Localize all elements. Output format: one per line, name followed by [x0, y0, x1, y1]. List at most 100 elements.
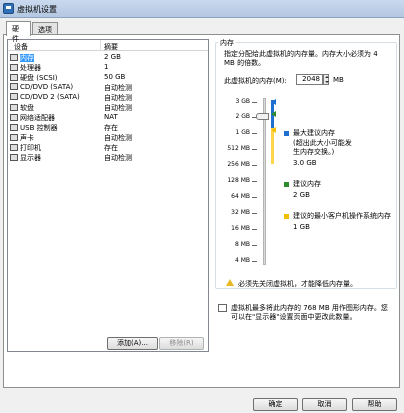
device-name: 内存 — [20, 54, 34, 62]
scale-label: 16 MB — [231, 225, 250, 232]
device-row-cd-dvd[interactable]: CD/DVD (SATA) 自动检测 — [8, 83, 208, 93]
window-title: 虚拟机设置 — [17, 5, 57, 14]
device-summary: 1 — [104, 63, 109, 71]
device-summary: 自动检测 — [104, 104, 132, 112]
device-row-usb-controller[interactable]: USB 控制器 存在 — [8, 123, 208, 133]
device-row-processor[interactable]: 处理器 1 — [8, 63, 208, 73]
minimum-recommended-title: 建议的最小客户机操作系统内存 — [293, 212, 391, 220]
device-name: 软盘 — [20, 104, 34, 112]
summary-column-header[interactable]: 摘要 — [104, 42, 118, 52]
scale-label: 4 MB — [234, 257, 250, 264]
device-summary: 自动检测 — [104, 94, 132, 102]
ok-button[interactable]: 确定 — [253, 398, 298, 411]
usb-controller-icon — [10, 124, 18, 131]
scale-label: 64 MB — [231, 193, 250, 200]
device-name: 打印机 — [20, 144, 41, 152]
device-list[interactable]: 设备 摘要 内存 2 GB 处理器 1 硬盘 (SCSI) 50 GB CD/D… — [7, 39, 209, 352]
device-row-memory[interactable]: 内存 2 GB — [8, 53, 208, 63]
scale-tick — [252, 181, 257, 182]
memory-spinner[interactable] — [323, 74, 329, 85]
device-summary: NAT — [104, 113, 118, 121]
scale-tick — [252, 149, 257, 150]
graphics-memory-info: 虚拟机最多将此内存的 768 MB 用作图形内存。您可以在"显示器"设置页面中更… — [231, 304, 388, 321]
scale-tick — [252, 165, 257, 166]
device-name: CD/DVD (SATA) — [20, 83, 74, 91]
minimum-recommended-marker — [271, 127, 276, 133]
memory-field-label: 此虚拟机的内存(M): — [224, 77, 287, 85]
device-row-floppy[interactable]: 软盘 自动检测 — [8, 103, 208, 113]
memory-description: 指定分配给此虚拟机的内存量。内存大小必须为 4 MB 的倍数。 — [224, 50, 378, 67]
device-name: 显示器 — [20, 154, 41, 162]
scale-label: 8 MB — [234, 241, 250, 248]
device-name: 声卡 — [20, 134, 34, 142]
floppy-icon — [10, 104, 18, 111]
device-row-sound-card[interactable]: 声卡 自动检测 — [8, 133, 208, 143]
scale-tick — [252, 213, 257, 214]
tab-hardware[interactable]: 硬件 — [6, 21, 31, 43]
scale-tick — [252, 229, 257, 230]
device-name: 网络适配器 — [20, 114, 55, 122]
hard-disk-icon — [10, 74, 18, 81]
scale-tick — [252, 245, 257, 246]
device-name: CD/DVD 2 (SATA) — [20, 93, 80, 101]
memory-input[interactable]: 2048 — [296, 74, 323, 85]
device-list-header: 设备 摘要 — [8, 40, 208, 51]
max-recommended-note: (超出此大小可能发生内存交换。) — [293, 139, 352, 156]
add-device-button[interactable]: 添加(A)... — [107, 337, 158, 350]
max-recommended-swatch — [284, 131, 289, 136]
cd-dvd-icon — [10, 93, 18, 100]
monitor-icon — [10, 154, 18, 161]
recommended-swatch — [284, 182, 289, 187]
max-recommended-title: 最大建议内存 — [293, 129, 335, 137]
device-name: 硬盘 (SCSI) — [20, 74, 58, 82]
device-row-monitor[interactable]: 显示器 自动检测 — [8, 153, 208, 163]
max-recommended-value: 3.0 GB — [293, 159, 317, 167]
device-row-network-adapter[interactable]: 网络适配器 NAT — [8, 113, 208, 123]
device-row-hard-disk[interactable]: 硬盘 (SCSI) 50 GB — [8, 73, 208, 83]
scale-label: 128 MB — [227, 177, 250, 184]
cd-dvd-icon — [10, 83, 18, 90]
remove-device-button[interactable]: 移除(R) — [159, 337, 204, 350]
warning-icon — [226, 279, 234, 286]
device-summary: 自动检测 — [104, 84, 132, 92]
scale-tick — [252, 261, 257, 262]
column-separator[interactable] — [100, 40, 101, 51]
memory-warning: 必须先关闭虚拟机，才能降低内存量。 — [238, 280, 357, 288]
vm-settings-icon — [3, 3, 14, 14]
processor-icon — [10, 64, 18, 71]
memory-slider-track[interactable] — [263, 98, 266, 265]
memory-slider-thumb[interactable] — [256, 113, 269, 120]
scale-label: 32 MB — [231, 209, 250, 216]
title-bar: 虚拟机设置 — [0, 0, 404, 18]
sound-card-icon — [10, 134, 18, 141]
scale-label: 1 GB — [235, 129, 251, 136]
recommended-marker — [271, 111, 276, 117]
minimum-recommended-swatch — [284, 214, 289, 219]
network-adapter-icon — [10, 114, 18, 121]
device-summary: 50 GB — [104, 73, 126, 81]
help-button[interactable]: 帮助 — [352, 398, 397, 411]
recommended-value: 2 GB — [293, 191, 310, 199]
device-summary: 2 GB — [104, 53, 121, 61]
scale-label: 2 GB — [235, 113, 251, 120]
scale-tick — [252, 102, 257, 103]
info-icon — [218, 304, 227, 312]
device-name: USB 控制器 — [20, 124, 58, 132]
device-summary: 自动检测 — [104, 134, 132, 142]
scale-label: 3 GB — [235, 98, 251, 105]
scale-label: 256 MB — [227, 161, 250, 168]
device-name: 处理器 — [20, 64, 41, 72]
device-row-cd-dvd-2[interactable]: CD/DVD 2 (SATA) 自动检测 — [8, 93, 208, 103]
max-recommended-marker — [271, 99, 276, 105]
scale-tick — [252, 133, 257, 134]
cancel-button[interactable]: 取消 — [302, 398, 347, 411]
device-summary: 存在 — [104, 124, 118, 132]
device-summary: 自动检测 — [104, 154, 132, 162]
device-row-printer[interactable]: 打印机 存在 — [8, 143, 208, 153]
scale-tick — [252, 197, 257, 198]
minimum-recommended-value: 1 GB — [293, 223, 310, 231]
memory-group-title: 内存 — [218, 38, 236, 48]
printer-icon — [10, 144, 18, 151]
memory-unit: MB — [333, 76, 344, 84]
scale-label: 512 MB — [227, 145, 250, 152]
